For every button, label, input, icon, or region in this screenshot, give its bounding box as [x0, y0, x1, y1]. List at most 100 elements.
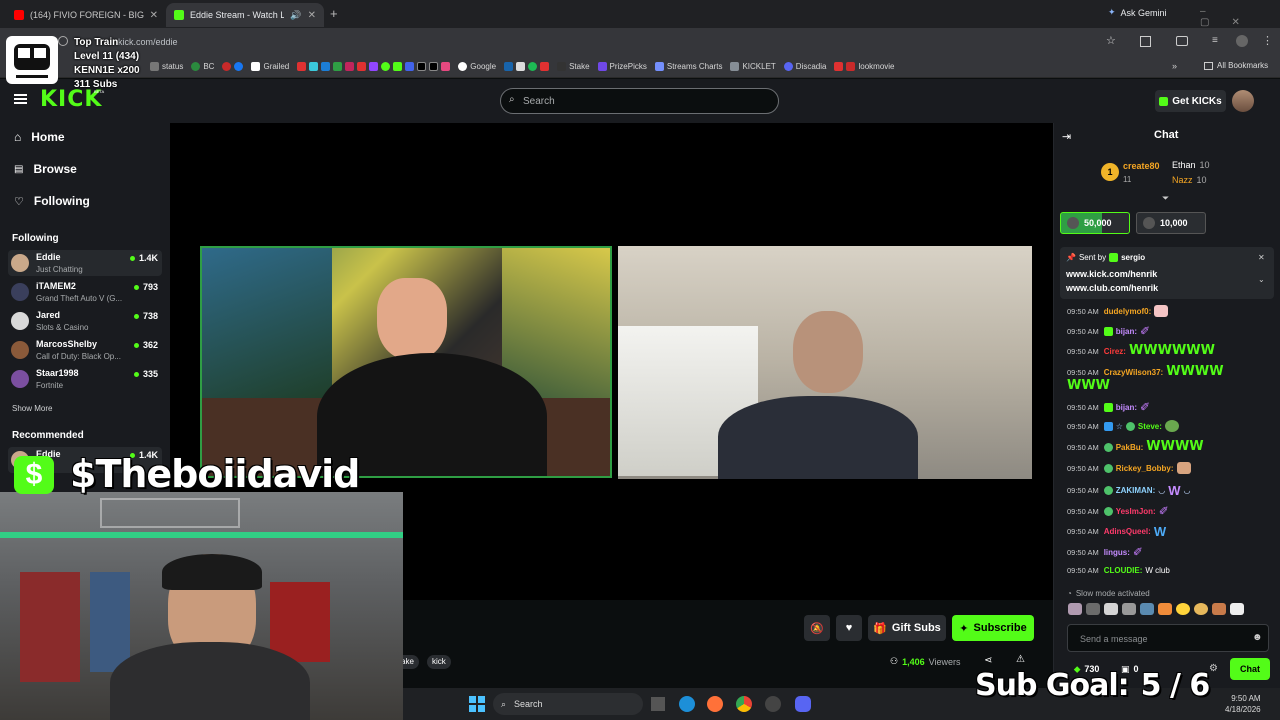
- settings-gear-icon[interactable]: ⚙: [1209, 663, 1218, 674]
- close-icon[interactable]: ✕: [150, 10, 158, 21]
- chat-message: 09:50 AM Cirez: WWWWWW: [1067, 344, 1215, 357]
- notification-bell-button[interactable]: 🔕: [804, 615, 830, 641]
- filter-icon[interactable]: ⏷: [1162, 193, 1169, 204]
- goal-card[interactable]: 10,000: [1136, 212, 1206, 234]
- bookmark-label: Discadia: [795, 62, 827, 71]
- message-user[interactable]: dudelymof0:: [1104, 307, 1152, 316]
- get-kicks-button[interactable]: Get KICKs: [1155, 90, 1226, 112]
- follow-button[interactable]: ♥: [836, 615, 862, 641]
- following-item-itamem2[interactable]: iTAMEM2 Grand Theft Auto V (G... 793: [8, 279, 162, 305]
- profile-avatar[interactable]: [1236, 35, 1248, 47]
- tag-chip[interactable]: kick: [427, 655, 451, 669]
- message-user[interactable]: CrazyWilson37:: [1104, 368, 1164, 377]
- bookmark-prizepicks[interactable]: PrizePicks: [597, 62, 647, 71]
- taskview-icon[interactable]: [651, 697, 665, 711]
- message-user[interactable]: CLOUDIE:: [1104, 566, 1143, 575]
- message-user[interactable]: bijan:: [1116, 327, 1137, 336]
- pinned-sender: sergio: [1121, 253, 1146, 262]
- show-more-link[interactable]: Show More: [12, 404, 52, 413]
- bookmarks-overflow-icon[interactable]: »: [1172, 61, 1177, 71]
- user-avatar[interactable]: [1232, 90, 1254, 112]
- unpin-icon[interactable]: ✕: [1258, 253, 1265, 262]
- chevron-down-icon[interactable]: ⌄: [1258, 275, 1265, 284]
- taskbar-search[interactable]: ⌕ Search: [493, 693, 643, 715]
- bookmark-misc[interactable]: [222, 62, 244, 71]
- following-item-staar1998[interactable]: Staar1998 Fortnite 335: [8, 366, 162, 392]
- video-feed-right: [618, 246, 1032, 479]
- star-icon[interactable]: ☆: [1106, 34, 1116, 47]
- menu-icon[interactable]: [14, 94, 27, 104]
- tab-eddie-stream[interactable]: Eddie Stream - Watch Live 🔊 ✕: [166, 3, 324, 27]
- windows-start-icon[interactable]: [469, 696, 485, 712]
- bookmark-label: KICKLET: [742, 62, 776, 71]
- more-menu-icon[interactable]: ⋮: [1262, 34, 1273, 47]
- message-user[interactable]: YesImJon:: [1116, 507, 1156, 516]
- tab-fivio[interactable]: (164) FIVIO FOREIGN - BIG DRI ✕: [6, 3, 166, 27]
- following-item-jared[interactable]: Jared Slots & Casino 738: [8, 308, 162, 334]
- message-time: 09:50 AM: [1067, 402, 1099, 412]
- chat-message: 09:50 AM PakBu: WWWW: [1067, 440, 1204, 453]
- message-user[interactable]: ZAKIMAN:: [1116, 486, 1156, 495]
- poster: [270, 582, 330, 662]
- message-time: 09:50 AM: [1067, 421, 1099, 431]
- message-user[interactable]: PakBu:: [1116, 443, 1144, 452]
- nav-browse[interactable]: ▤ Browse: [14, 162, 77, 176]
- new-tab-button[interactable]: +: [330, 6, 338, 21]
- extensions-icon[interactable]: [1140, 36, 1151, 47]
- bookmark-kicklet[interactable]: KICKLET: [730, 62, 776, 71]
- send-chat-button[interactable]: Chat: [1230, 658, 1270, 680]
- emoji-icon[interactable]: ☻: [1252, 632, 1263, 643]
- nav-home[interactable]: ⌂ Home: [14, 130, 65, 144]
- bookmark-lookmovie[interactable]: lookmovie: [834, 62, 895, 71]
- bookmark-label: Google: [470, 62, 497, 71]
- bookmark-bc[interactable]: BC: [191, 62, 214, 71]
- discord-icon[interactable]: [795, 696, 811, 712]
- media-icon[interactable]: [1176, 36, 1188, 46]
- firefox-icon[interactable]: [707, 696, 723, 712]
- bookmark-stake[interactable]: Stake: [557, 62, 590, 71]
- streamer-name: Staar1998: [36, 368, 79, 378]
- message-user[interactable]: AdinsQueel:: [1104, 527, 1151, 536]
- message-user[interactable]: Cirez:: [1104, 347, 1126, 356]
- chat-message: 09:50 AM lingus: ✐: [1067, 545, 1143, 559]
- all-bookmarks[interactable]: All Bookmarks: [1204, 61, 1268, 70]
- system-clock[interactable]: 9:50 AM 4/18/2026: [1225, 693, 1261, 715]
- emote-bar[interactable]: [1068, 603, 1268, 618]
- bookmark-grailed[interactable]: Grailed: [251, 62, 289, 71]
- bookmark-icons-2[interactable]: [504, 62, 550, 71]
- bookmark-google[interactable]: Google: [458, 62, 496, 71]
- report-icon[interactable]: ⚠: [1016, 654, 1025, 665]
- list-icon[interactable]: ≡: [1212, 35, 1218, 46]
- avatar: [1143, 217, 1155, 229]
- message-time: 09:50 AM: [1067, 367, 1099, 377]
- facebook-icon: [234, 62, 244, 71]
- speaker-icon[interactable]: 🔊: [290, 10, 301, 21]
- gift-subs-button[interactable]: 🎁 Gift Subs: [868, 615, 946, 641]
- bookmark-status[interactable]: status: [150, 62, 183, 71]
- obs-icon[interactable]: [765, 696, 781, 712]
- ask-gemini-button[interactable]: ✦ Ask Gemini: [1108, 7, 1167, 18]
- reload-icon[interactable]: [58, 36, 68, 46]
- chat-input[interactable]: Send a message ☻: [1067, 624, 1269, 652]
- following-item-marcosshelby[interactable]: MarcosShelby Call of Duty: Black Op... 3…: [8, 337, 162, 363]
- message-user[interactable]: bijan:: [1116, 403, 1137, 412]
- edge-icon[interactable]: [679, 696, 695, 712]
- message-user[interactable]: lingus:: [1104, 548, 1130, 557]
- window-controls[interactable]: –▢✕: [1200, 6, 1280, 28]
- share-icon[interactable]: ⋖: [984, 655, 992, 666]
- bookmark-streamscharts[interactable]: Streams Charts: [654, 62, 722, 71]
- close-icon[interactable]: ✕: [308, 10, 316, 21]
- chrome-icon[interactable]: [736, 696, 752, 712]
- nav-following[interactable]: ♡ Following: [14, 194, 90, 208]
- bookmark-discadia[interactable]: Discadia: [783, 62, 827, 71]
- message-user[interactable]: Rickey_Bobby:: [1116, 464, 1174, 473]
- following-item-eddie[interactable]: Eddie Just Chatting 1.4K: [8, 250, 162, 276]
- message-user[interactable]: Steve:: [1138, 422, 1162, 431]
- goal-card[interactable]: 50,000: [1060, 212, 1130, 234]
- pinned-message[interactable]: 📌 Sent by sergio www.kick.com/henrik www…: [1060, 247, 1274, 299]
- bookmark-icons[interactable]: [297, 62, 451, 71]
- streamer-name: Eddie: [36, 252, 61, 262]
- subscribe-button[interactable]: ✦ Subscribe: [952, 615, 1034, 641]
- collapse-chat-icon[interactable]: ⇥: [1062, 130, 1071, 143]
- search-input[interactable]: ⌕ Search: [500, 88, 779, 114]
